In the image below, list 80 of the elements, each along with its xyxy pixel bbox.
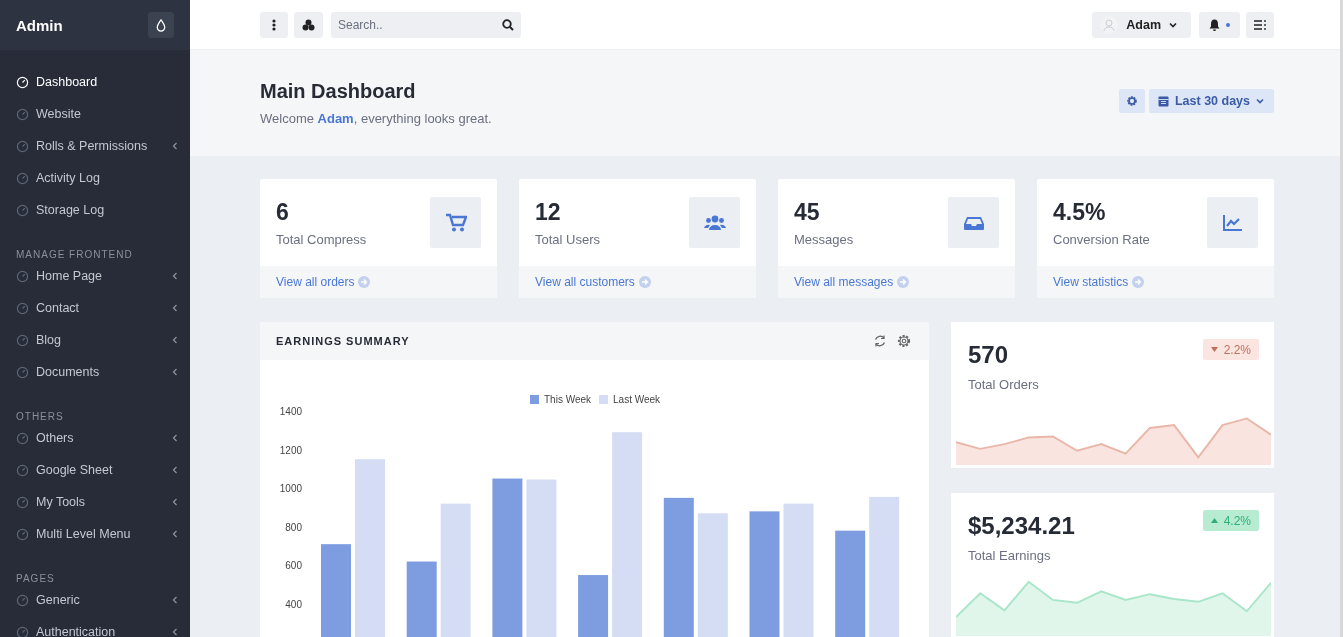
stat-label: Total Compress	[276, 231, 367, 247]
stat-value: 45	[794, 198, 821, 226]
axis-tick-label: 1200	[279, 444, 302, 456]
bar	[578, 575, 609, 637]
axis-tick-label: 1400	[279, 406, 302, 417]
arrow-circle-icon	[358, 276, 371, 288]
chart-icon	[1221, 212, 1244, 233]
notifications-button[interactable]	[1199, 11, 1240, 38]
user-menu-button[interactable]: Adam	[1092, 11, 1191, 38]
chevron-down-icon	[1169, 21, 1177, 28]
settings-button[interactable]	[1118, 89, 1145, 113]
axis-tick-label: 400	[285, 599, 302, 610]
arrow-circle-icon	[638, 276, 651, 288]
settings-icon[interactable]	[897, 334, 911, 348]
arrow-circle-icon	[1132, 276, 1145, 288]
stat-label: Messages	[794, 231, 854, 247]
sidebar-item[interactable]: Activity Log	[0, 162, 190, 194]
droplet-icon	[155, 18, 167, 32]
section-heading: MANAGE FRONTEND	[15, 248, 134, 260]
legend-label: Last Week	[613, 394, 661, 405]
bell-icon	[1209, 18, 1220, 31]
sidebar-item[interactable]: My Tools	[0, 486, 190, 518]
sidebar-item[interactable]: Rolls & Permissions	[0, 130, 190, 162]
sidebar-item[interactable]: Home Page	[0, 260, 190, 292]
calendar-icon	[1157, 95, 1169, 107]
axis-tick-label: 1000	[279, 483, 302, 495]
cubes-icon	[302, 18, 315, 31]
sidebar-item[interactable]: Multi Level Menu	[0, 518, 190, 550]
card-title: EARNINGS SUMMARY	[276, 335, 410, 347]
sidebar-item[interactable]: Authentication	[0, 616, 190, 637]
summary-value: 570	[968, 341, 1010, 369]
stat-link[interactable]: View all customers	[535, 275, 635, 289]
page-title: Main Dashboard	[260, 80, 417, 103]
stat-value: 4.5%	[1053, 198, 1107, 226]
settings-icon	[1125, 95, 1138, 107]
sidebar-item[interactable]: Others	[0, 422, 190, 454]
date-range-button[interactable]: Last 30 days	[1148, 89, 1274, 113]
sidebar-item[interactable]: Blog	[0, 324, 190, 356]
cart-icon	[444, 212, 467, 233]
sidebar-item[interactable]: Generic	[0, 584, 190, 616]
search-field[interactable]: Search..	[331, 11, 521, 38]
user-link[interactable]: Adam	[317, 111, 354, 126]
stat-link[interactable]: View statistics	[1053, 275, 1129, 289]
triangle-down-icon	[1210, 347, 1218, 352]
legend-label: This Week	[544, 394, 592, 405]
axis-tick-label: 600	[285, 560, 302, 572]
stat-link[interactable]: View all messages	[794, 275, 894, 289]
axis-tick-label: 800	[285, 521, 302, 533]
sidebar-item[interactable]: Documents	[0, 356, 190, 388]
layout-button[interactable]	[294, 11, 323, 38]
change-badge: 4.2%	[1202, 510, 1259, 531]
search-icon	[502, 18, 514, 31]
stat-label: Total Users	[535, 231, 601, 247]
sidebar-item[interactable]: Contact	[0, 292, 190, 324]
stat-label: Conversion Rate	[1053, 231, 1150, 247]
sidebar-item[interactable]: Google Sheet	[0, 454, 190, 486]
stat-value: 6	[276, 198, 290, 226]
refresh-icon[interactable]	[873, 334, 887, 348]
triangle-up-icon	[1210, 518, 1218, 523]
sidebar-item[interactable]: Storage Log	[0, 194, 190, 226]
brand-name: Admin	[16, 16, 63, 34]
theme-button[interactable]	[148, 12, 174, 38]
chevron-down-icon	[1256, 98, 1264, 104]
more-button[interactable]	[260, 11, 288, 38]
section-heading: OTHERS	[15, 410, 65, 422]
change-badge: 2.2%	[1202, 339, 1259, 360]
menu-button[interactable]	[1246, 11, 1274, 38]
summary-value: $5,234.21	[968, 512, 1075, 540]
sidebar-item[interactable]: Website	[0, 98, 190, 130]
arrow-circle-icon	[897, 276, 910, 288]
gauge-icon	[16, 75, 29, 89]
summary-label: Total Orders	[968, 377, 1039, 392]
vertical-dots-icon	[272, 18, 276, 31]
summary-label: Total Earnings	[968, 548, 1052, 563]
welcome-text: Welcome Adam, everything looks great.	[260, 111, 492, 126]
menu-icon	[1254, 19, 1266, 30]
stat-link[interactable]: View all orders	[276, 275, 355, 289]
stat-value: 12	[535, 198, 562, 226]
sidebar-item[interactable]: Dashboard	[0, 66, 190, 98]
section-heading: PAGES	[15, 572, 56, 584]
